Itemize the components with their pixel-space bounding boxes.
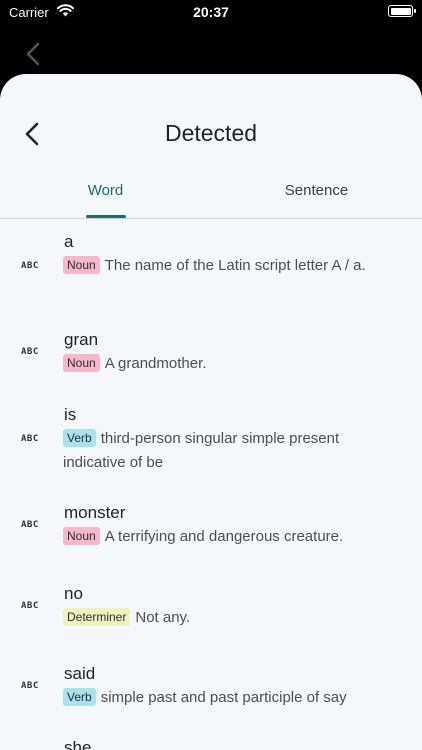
detected-sheet: Detected Word Sentence ABC a Noun The nam… (0, 74, 422, 750)
background-back-chevron-icon (26, 42, 40, 66)
abc-icon: ABC (21, 261, 39, 271)
status-time: 20:37 (193, 4, 229, 20)
tab-sentence[interactable]: Sentence (211, 182, 422, 199)
entry-definition-block: Noun A grandmother. (63, 352, 403, 376)
entry-word: she (64, 738, 92, 750)
tab-active-indicator (86, 215, 126, 218)
entry-word: said (64, 664, 96, 683)
entry-definition-block: Noun A terrifying and dangerous creature. (63, 525, 403, 549)
entry-word: is (64, 405, 77, 424)
abc-icon: ABC (21, 681, 39, 691)
abc-icon: ABC (21, 434, 39, 444)
pos-badge: Verb (63, 429, 96, 447)
pos-badge: Verb (63, 688, 96, 706)
entry-word: gran (64, 330, 99, 349)
battery-icon (388, 5, 416, 17)
abc-icon: ABC (21, 347, 39, 357)
pos-badge: Determiner (63, 608, 131, 626)
entry-definition-block: Verb third-person singular simple present… (63, 427, 403, 475)
pos-badge: Noun (63, 354, 100, 372)
pos-badge: Noun (63, 256, 100, 274)
entry-word: monster (64, 503, 126, 522)
entry-definition: third-person singular simple present ind… (63, 430, 340, 471)
entry-definition: A grandmother. (104, 355, 207, 372)
entry-definition-block: Determiner Not any. (63, 606, 403, 630)
entry-word: a (64, 232, 74, 251)
page-title: Detected (164, 120, 258, 146)
entry-definition: The name of the Latin script letter A / … (104, 257, 366, 274)
tab-bar: Word Sentence (0, 174, 422, 219)
entry-definition: Not any. (135, 609, 191, 626)
entry-definition: simple past and past participle of say (100, 689, 347, 706)
tab-word[interactable]: Word (0, 182, 211, 199)
abc-icon: ABC (21, 520, 39, 530)
abc-icon: ABC (21, 601, 39, 611)
pos-badge: Noun (63, 527, 100, 545)
entry-definition-block: Verb simple past and past participle of s… (63, 686, 403, 710)
entry-definition-block: Noun The name of the Latin script letter … (63, 254, 403, 278)
status-bar: Carrier 20:37 (0, 0, 422, 26)
entry-definition: A terrifying and dangerous creature. (104, 528, 344, 545)
entry-word: no (64, 584, 83, 603)
